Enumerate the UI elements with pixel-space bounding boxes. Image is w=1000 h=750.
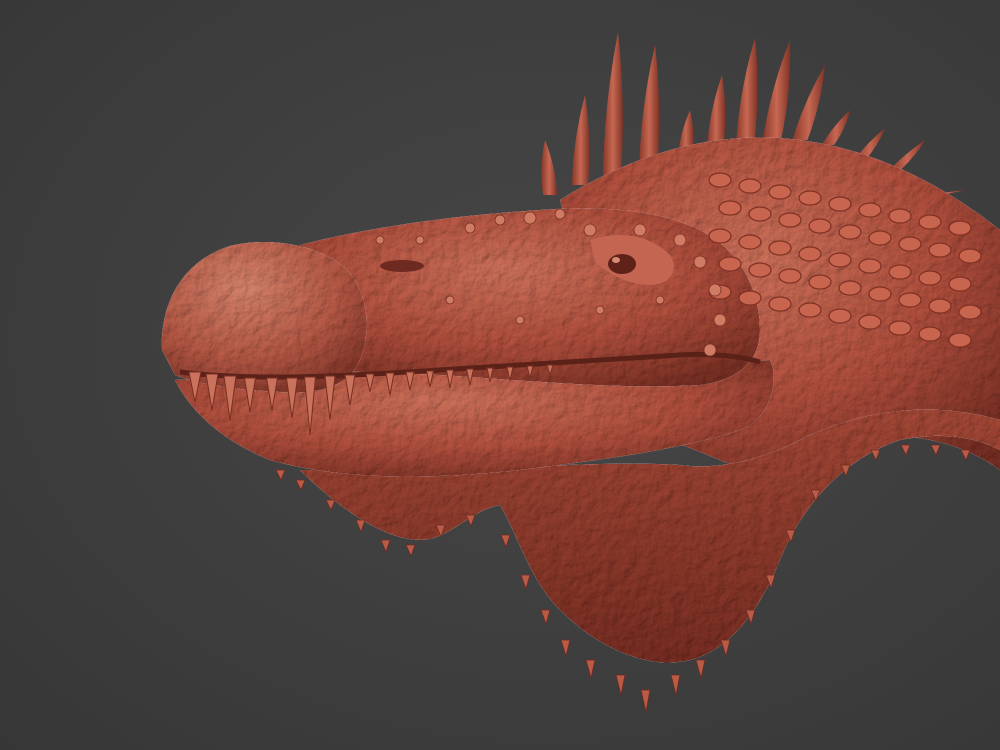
osteoderm xyxy=(808,218,832,234)
skull-bump xyxy=(673,233,687,247)
skull-bump xyxy=(655,295,665,305)
osteoderm xyxy=(948,276,972,292)
osteoderm xyxy=(798,190,822,206)
osteoderm xyxy=(768,184,792,200)
osteoderm xyxy=(838,224,862,240)
osteoderm xyxy=(858,258,882,274)
skull-bump xyxy=(708,283,722,297)
render-viewport xyxy=(0,0,1000,750)
osteoderm xyxy=(768,296,792,312)
osteoderm xyxy=(948,220,972,236)
osteoderm xyxy=(738,234,762,250)
sculpt-render xyxy=(0,0,1000,750)
osteoderm xyxy=(798,302,822,318)
osteoderm xyxy=(958,248,982,264)
osteoderm xyxy=(858,314,882,330)
osteoderm xyxy=(778,212,802,228)
skull-bump xyxy=(375,235,385,245)
osteoderm xyxy=(708,172,732,188)
skull-bump xyxy=(554,208,566,220)
osteoderm xyxy=(748,262,772,278)
osteoderm xyxy=(898,292,922,308)
osteoderm xyxy=(928,242,952,258)
upper-skull xyxy=(300,208,760,387)
skull-bump xyxy=(703,343,717,357)
osteoderm xyxy=(918,214,942,230)
osteoderm xyxy=(898,236,922,252)
skull-bump xyxy=(523,211,537,225)
osteoderm xyxy=(708,228,732,244)
skull-bump xyxy=(693,255,707,269)
skull-bump xyxy=(633,223,647,237)
osteoderm xyxy=(838,280,862,296)
osteoderm xyxy=(918,326,942,342)
nostril xyxy=(380,260,424,272)
osteoderm xyxy=(718,256,742,272)
osteoderm xyxy=(828,252,852,268)
osteoderm xyxy=(828,308,852,324)
skull-bump xyxy=(515,315,525,325)
osteoderm xyxy=(858,202,882,218)
osteoderm xyxy=(768,240,792,256)
osteoderm xyxy=(888,320,912,336)
osteoderm xyxy=(718,200,742,216)
osteoderm xyxy=(738,290,762,306)
osteoderm xyxy=(948,332,972,348)
osteoderm xyxy=(808,274,832,290)
skull-bump xyxy=(445,295,455,305)
skull-bump xyxy=(464,222,476,234)
osteoderm xyxy=(888,208,912,224)
osteoderm xyxy=(828,196,852,212)
eye-highlight xyxy=(612,257,620,263)
osteoderm xyxy=(868,286,892,302)
osteoderm xyxy=(958,304,982,320)
skull-bump xyxy=(595,305,605,315)
osteoderm xyxy=(778,268,802,284)
osteoderm xyxy=(918,270,942,286)
skull-bump xyxy=(415,235,425,245)
skull-bump xyxy=(713,313,727,327)
osteoderm xyxy=(738,178,762,194)
osteoderm xyxy=(748,206,772,222)
osteoderm xyxy=(928,298,952,314)
skull-bump xyxy=(583,223,597,237)
osteoderm xyxy=(868,230,892,246)
osteoderm xyxy=(888,264,912,280)
osteoderm xyxy=(798,246,822,262)
skull-bump xyxy=(494,214,506,226)
eye xyxy=(608,254,636,274)
